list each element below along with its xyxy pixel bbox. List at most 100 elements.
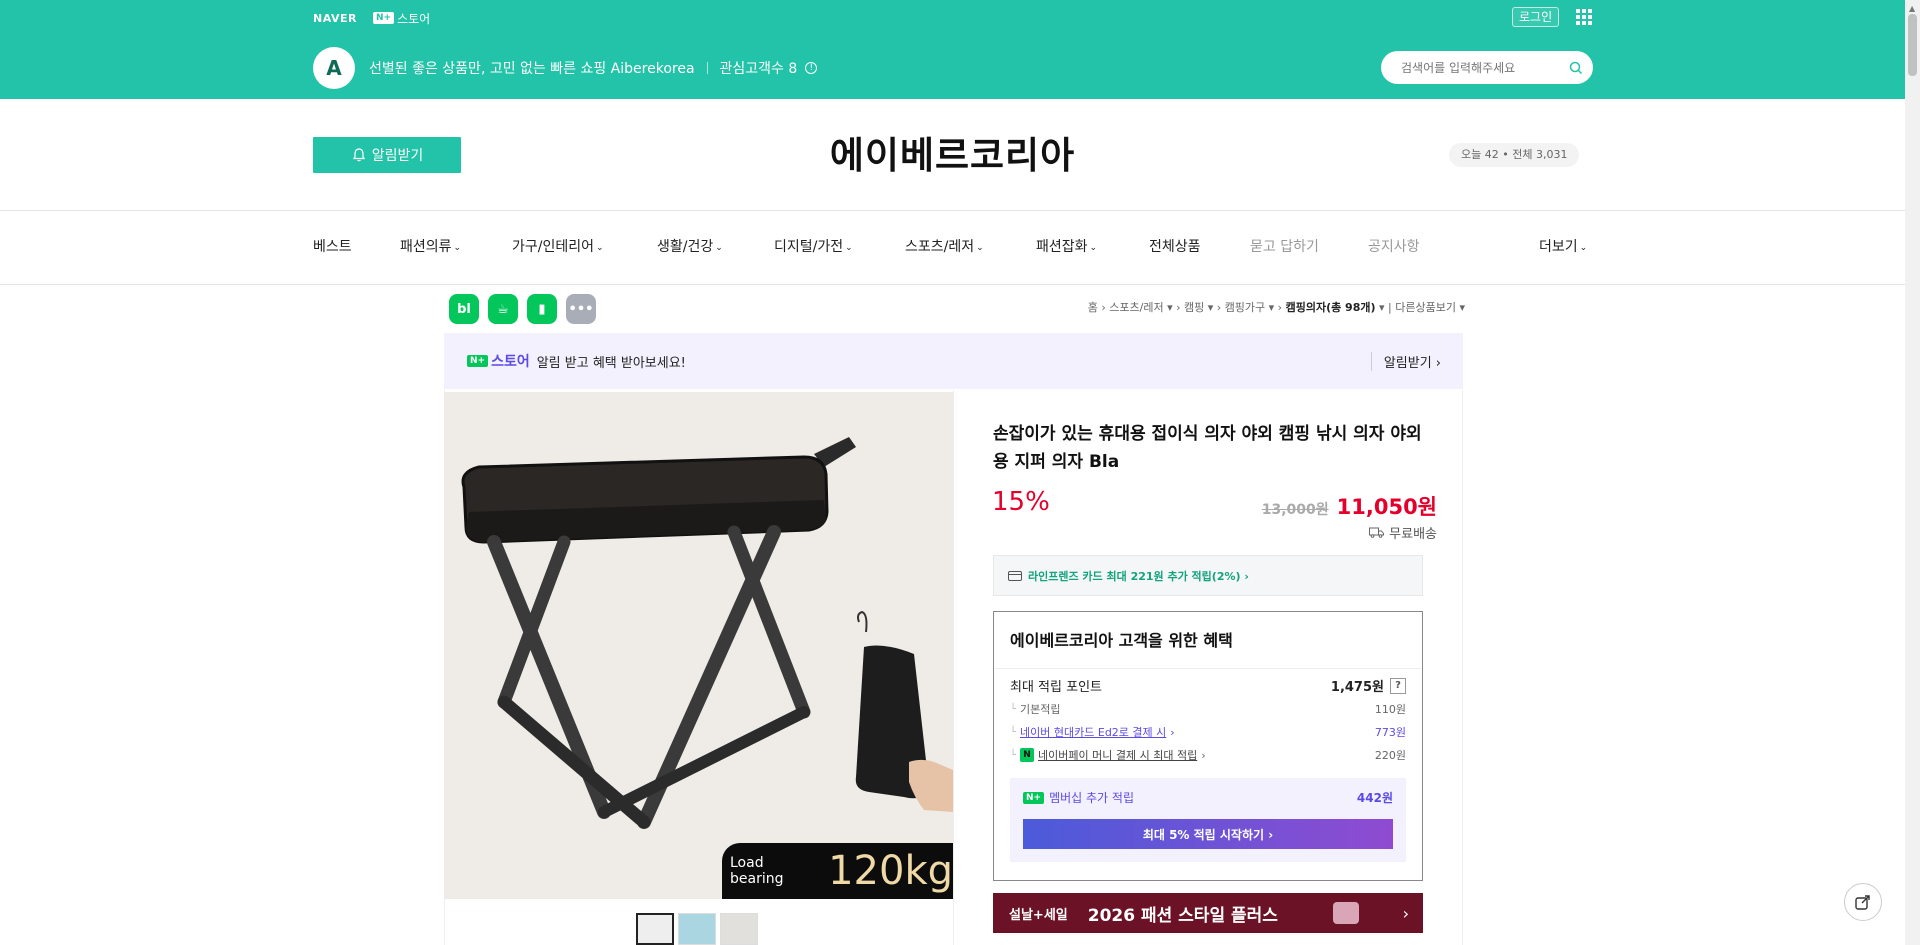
nplus-icon: N+ [467,355,489,367]
bookmark-share-icon[interactable]: ▮ [527,294,557,324]
chevron-right-icon: › [1402,903,1409,923]
help-icon[interactable]: ? [1390,677,1406,694]
chevron-down-icon: ⌄ [845,243,853,253]
visitor-count: 오늘 42 • 전체 3,031 [1449,143,1580,167]
product-title: 손잡이가 있는 휴대용 접이식 의자 야외 캠핑 낚시 의자 야외용 지퍼 의자… [993,424,1422,472]
benefit-box: 에이베르코리아 고객을 위한 혜택 최대 적립 포인트 1,475원 ? └ 기본… [993,611,1423,881]
promo-alarm-link[interactable]: 알림받기 › [1370,351,1441,371]
chevron-down-icon: ⌄ [596,243,604,253]
nav-item-all-products[interactable]: 전체상품 [1149,236,1201,256]
banner-text: 2026 패션 스타일 플러스 [1087,905,1278,926]
base-points-label: 기본적립 [1020,703,1061,716]
tree-branch-icon: └ [1010,703,1017,715]
nav-item-living-health[interactable]: 생활/건강 ⌄ [657,236,723,256]
load-bearing-value: 120kg [828,848,953,894]
share-button[interactable] [1844,883,1882,921]
store-info: A 선별된 좋은 상품만, 고민 없는 빠른 쇼핑 Aiberekorea 관심… [313,47,818,89]
base-points-row: └ 기본적립 110원 [1010,701,1406,717]
chevron-right-icon: › [1201,748,1206,762]
naver-pay-icon: N [1020,748,1035,762]
nav-item-fashion-clothing[interactable]: 패션의류 ⌄ [400,236,461,256]
search-input[interactable] [1401,60,1569,75]
load-bearing-label: Load bearing [730,855,784,887]
thumbnail-item[interactable] [636,913,674,945]
nav-item-notice[interactable]: 공지사항 [1368,236,1420,256]
divider [994,668,1422,669]
blog-share-icon[interactable]: bl [449,294,479,324]
credit-card-icon [1008,570,1022,581]
info-icon[interactable]: ! [805,62,818,74]
scrollbar[interactable] [1905,0,1920,945]
membership-start-button[interactable]: 최대 5% 적립 시작하기 › [1023,819,1393,849]
chevron-down-icon: ⌄ [1579,243,1588,253]
breadcrumb-home[interactable]: 홈 [1088,301,1098,314]
benefit-title: 에이베르코리아 고객을 위한 혜택 [1010,631,1233,650]
page: NAVER N+ 스토어 로그인 A 선별된 좋은 상품만, 고민 없는 빠른 … [0,0,1920,945]
promo-brand: 스토어 [491,354,530,370]
more-share-icon[interactable]: ••• [566,294,596,324]
cafe-share-icon[interactable]: ☕ [488,294,518,324]
nav-item-accessories[interactable]: 패션잡화 ⌄ [1036,236,1097,256]
nplus-store-badge: N+ 스토어 [467,351,530,371]
social-share: bl ☕ ▮ ••• [449,294,596,324]
apps-grid-icon[interactable] [1576,9,1592,25]
naver-plus-store-link[interactable]: N+ 스토어 [372,10,430,27]
fans-label: 관심고객수 8 [719,61,798,77]
chevron-down-icon: ⌄ [976,243,984,253]
sale-price: 11,050원 [1336,495,1437,519]
load-bearing-badge: Load bearing 120kg [722,843,953,899]
nav-item-sports[interactable]: 스포츠/레저 ⌄ [905,236,984,256]
nav-more-button[interactable]: 더보기 ⌄ [1539,236,1587,256]
breadcrumb-camping[interactable]: 캠핑 [1184,301,1204,314]
breadcrumb-camping-chair[interactable]: 캠핑의자(총 98개) [1286,301,1376,314]
nplus-icon: N+ [372,12,395,24]
scrollbar-thumb[interactable] [1908,14,1917,76]
scroll-up-arrow-icon[interactable]: ▲ [1909,4,1915,13]
base-points-value: 110원 [1374,703,1406,716]
membership-label: 멤버십 추가 적립 [1049,791,1134,805]
store-logo-icon[interactable]: A [313,47,355,89]
login-button[interactable]: 로그인 [1512,7,1560,27]
card-offer[interactable]: 라인프렌즈 카드 최대 221원 추가 적립(2%) › [993,555,1423,596]
product-image[interactable]: Load bearing 120kg [444,392,953,899]
discount-rate: 15% [992,487,1050,517]
membership-row: N+ 멤버십 추가 적립 442원 [1023,789,1393,806]
shop-title[interactable]: 에이베르코리아 [700,125,1205,179]
card-offer-text: 라인프렌즈 카드 최대 221원 추가 적립(2%) › [1028,569,1249,583]
folding-chair-illustration [444,392,953,899]
nav-item-digital[interactable]: 디지털/가전 ⌄ [774,236,853,256]
share-icon [1855,895,1870,910]
fans-count: 관심고객수 8 ! [720,58,818,78]
promo-banner: N+ 스토어 알림 받고 혜택 받아보세요! 알림받기 › [444,333,1463,389]
breadcrumb-sports[interactable]: 스포츠/레저 [1109,301,1163,314]
divider [0,210,1905,211]
chevron-down-icon: ⌄ [453,243,462,253]
chevron-right-icon: › [1170,725,1175,739]
breadcrumb: 홈 › 스포츠/레저 ▾ › 캠핑 ▾ › 캠핑가구 ▾ › 캠핑의자(총 98… [1087,301,1465,314]
alarm-subscribe-button[interactable]: 알림받기 [313,137,461,173]
nav-item-best[interactable]: 베스트 [313,236,352,256]
npay-points-link[interactable]: 네이버페이 머니 결제 시 최대 적립 [1038,747,1197,763]
store-description: 선별된 좋은 상품만, 고민 없는 빠른 쇼핑 Aiberekorea [369,61,695,77]
thumbnail-item[interactable] [678,913,716,945]
max-points-row: 최대 적립 포인트 1,475원 ? [1010,676,1406,695]
nav-item-furniture[interactable]: 가구/인테리어 ⌄ [512,236,604,256]
thumbnail-list [636,913,758,945]
nav-item-qna[interactable]: 묻고 답하기 [1250,236,1319,256]
global-nav: NAVER N+ 스토어 [313,8,430,28]
event-banner[interactable]: 설날+세일 2026 패션 스타일 플러스 › [993,893,1423,933]
thumbnail-item[interactable] [720,913,758,945]
search-icon[interactable] [1569,61,1583,75]
search-box [1381,51,1593,84]
top-bar [0,0,1905,99]
max-points-value: 1,475원 [1330,680,1384,695]
breadcrumb-other-products[interactable]: 다른상품보기 [1395,301,1456,314]
max-points-label: 최대 적립 포인트 [1010,680,1102,695]
chevron-down-icon: ⌄ [1089,243,1098,253]
naver-logo[interactable]: NAVER [313,12,357,25]
breadcrumb-camping-furniture[interactable]: 캠핑가구 [1225,301,1265,314]
shipping-label: 무료배송 [1389,527,1437,542]
card-points-link[interactable]: 네이버 현대카드 Ed2로 결제 시 [1020,724,1166,740]
divider [0,284,1905,285]
max-points-value-wrap: 1,475원 ? [1331,676,1406,695]
